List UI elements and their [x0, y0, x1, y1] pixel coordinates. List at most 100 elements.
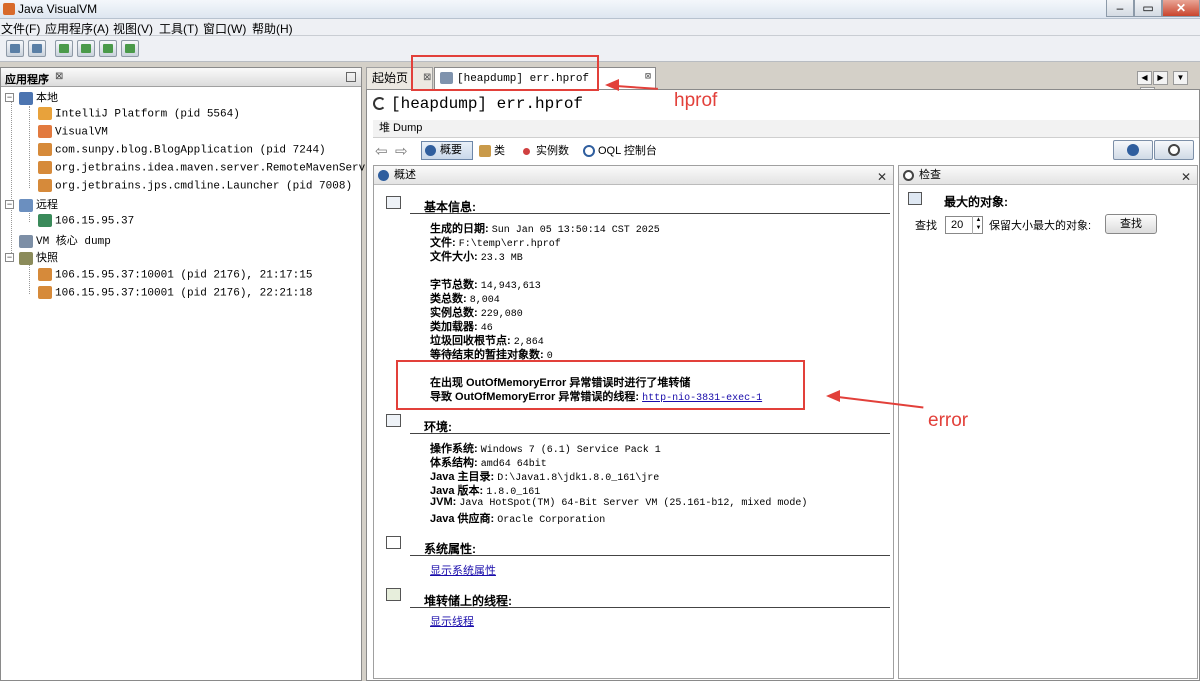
snapshot-icon: [19, 251, 33, 265]
view-label: OQL 控制台: [598, 145, 657, 157]
view-label: 实例数: [536, 145, 569, 157]
annotation-arrowhead: [605, 79, 619, 91]
tree-node-label: 远程: [36, 199, 58, 211]
profile-icon[interactable]: [99, 40, 117, 57]
menu-window[interactable]: 窗口(W): [203, 20, 246, 37]
back-arrow-icon[interactable]: ⇦: [375, 142, 388, 160]
oql-icon: [583, 145, 595, 158]
annotation-box-oom: [396, 360, 805, 410]
tree-node-jps-launcher[interactable]: org.jetbrains.jps.cmdline.Launcher (pid …: [38, 179, 352, 195]
menu-view[interactable]: 视图(V): [113, 20, 153, 37]
tree-node-label: 快照: [36, 252, 58, 264]
tree-guide: [11, 102, 12, 257]
menu-tools[interactable]: 工具(T): [159, 20, 198, 37]
heapdump-subtitle-bar: 堆 Dump: [373, 120, 1199, 138]
view-oql-button[interactable]: OQL 控制台: [583, 143, 657, 159]
tree-node-label: org.jetbrains.jps.cmdline.Launcher (pid …: [55, 180, 353, 193]
forward-arrow-icon[interactable]: ⇨: [395, 142, 408, 160]
annotation-arrowhead: [826, 390, 840, 402]
tree-node-label: org.jetbrains.idea.maven.server.RemoteMa…: [55, 162, 412, 175]
java-app-icon: [38, 268, 52, 281]
minimize-button[interactable]: –: [1106, 0, 1134, 17]
annotation-label-error: error: [928, 410, 969, 431]
panel-close-icon[interactable]: ✕: [877, 168, 887, 186]
show-system-properties-row: 显示系统属性: [430, 562, 496, 578]
panel-title: 概述: [394, 169, 416, 181]
menu-applications[interactable]: 应用程序(A): [45, 20, 109, 37]
environment-icon: [386, 414, 401, 427]
info-button[interactable]: [1113, 140, 1153, 160]
add-jmx-icon[interactable]: [6, 40, 24, 57]
show-threads-link[interactable]: 显示线程: [430, 616, 474, 628]
collapse-toggle[interactable]: −: [5, 93, 14, 102]
panel-close-icon[interactable]: ✕: [1181, 168, 1191, 186]
heapdump-icon[interactable]: [55, 40, 73, 57]
title-bar: Java VisualVM – ▭ ✕: [0, 0, 1200, 19]
tree-node-label: 106.15.95.37: [55, 215, 135, 228]
overview-panel: 概述 ✕ 基本信息: 生成的日期: Sun Jan 05 13:50:14 CS…: [373, 165, 894, 679]
spinner-arrows-icon[interactable]: ▲ ▼: [972, 216, 984, 234]
close-window-button[interactable]: ✕: [1162, 0, 1200, 17]
java-app-icon: [38, 161, 52, 174]
collapse-toggle[interactable]: −: [5, 253, 14, 262]
threaddump-icon[interactable]: [77, 40, 95, 57]
tab-label: 起始页: [372, 71, 409, 85]
tab-list-icon[interactable]: ▼: [1173, 71, 1188, 85]
tree-node-visualvm[interactable]: VisualVM: [38, 125, 108, 141]
section-divider: [410, 433, 890, 434]
tree-node-core-dump[interactable]: VM 核心 dump: [19, 232, 111, 248]
tree-node-remote-host[interactable]: 106.15.95.37: [38, 214, 134, 230]
view-classes-button[interactable]: 类: [479, 143, 505, 159]
section-divider: [410, 213, 890, 214]
env-row-jvm: JVM: Java HotSpot(TM) 64-Bit Server VM (…: [430, 496, 808, 509]
tree-node-maven-server[interactable]: org.jetbrains.idea.maven.server.RemoteMa…: [38, 161, 411, 177]
section-divider: [410, 555, 890, 556]
toolbar: [0, 36, 1200, 62]
info-row-filesize: 文件大小: 23.3 MB: [430, 251, 523, 264]
overview-panel-header: 概述 ✕: [374, 166, 893, 185]
tree-node-intellij[interactable]: IntelliJ Platform (pid 5564): [38, 107, 240, 123]
intellij-icon: [38, 107, 52, 120]
view-label: 类: [494, 145, 505, 157]
view-summary-button[interactable]: 概要: [421, 141, 473, 160]
view-toolbar: ⇦ ⇨ 概要 类 实例数 OQL 控制台: [373, 140, 1199, 162]
magnifier-icon: [1168, 144, 1180, 156]
section-divider: [410, 607, 890, 608]
tree-guide: [29, 106, 30, 188]
menu-help[interactable]: 帮助(H): [252, 20, 293, 37]
inspect-button[interactable]: [1154, 140, 1194, 160]
tree-node-label: 106.15.95.37:10001 (pid 2176), 22:21:18: [55, 287, 313, 300]
show-system-properties-link[interactable]: 显示系统属性: [430, 565, 496, 577]
tree-node-snapshot-2[interactable]: 106.15.95.37:10001 (pid 2176), 22:21:18: [38, 286, 312, 302]
largest-objects-title: 最大的对象:: [944, 195, 1008, 209]
env-row-vendor: Java 供应商: Oracle Corporation: [430, 513, 606, 526]
collapse-toggle[interactable]: −: [5, 200, 14, 209]
snapshot-icon[interactable]: [121, 40, 139, 57]
loading-spinner-icon: [373, 97, 386, 110]
menu-file[interactable]: 文件(F): [1, 20, 40, 37]
panel-title: 检查: [919, 169, 941, 181]
remove-app-icon[interactable]: [28, 40, 46, 57]
visualvm-icon: [38, 125, 52, 138]
tree-node-label: com.sunpy.blog.BlogApplication (pid 7244…: [55, 144, 326, 157]
retained-size-label: 保留大小最大的对象:: [989, 220, 1092, 232]
panel-minimize-button[interactable]: [346, 72, 356, 82]
panel-close-icon[interactable]: ⊠: [55, 71, 63, 82]
applications-panel: 应用程序 ⊠ − 本地 IntelliJ Platform (pid 5564)…: [0, 67, 411, 681]
scroll-left-icon[interactable]: ◀: [1137, 71, 1152, 85]
scroll-right-icon[interactable]: ▶: [1153, 71, 1168, 85]
find-button[interactable]: 查找: [1105, 214, 1157, 234]
instances-icon: [523, 147, 530, 155]
view-instances-button[interactable]: 实例数: [523, 143, 569, 159]
info-icon: [1127, 144, 1139, 156]
tab-close-icon[interactable]: ⊠: [645, 68, 651, 88]
tree-node-label: 106.15.95.37:10001 (pid 2176), 21:17:15: [55, 269, 313, 282]
tree-node-blog-app[interactable]: com.sunpy.blog.BlogApplication (pid 7244…: [38, 143, 326, 159]
system-properties-icon: [386, 536, 401, 549]
magnifier-icon: [903, 170, 914, 181]
tree-node-label: VisualVM: [55, 126, 108, 139]
tree-guide: [29, 264, 30, 294]
maximize-button[interactable]: ▭: [1134, 0, 1162, 17]
tree-node-snapshot-1[interactable]: 106.15.95.37:10001 (pid 2176), 21:17:15: [38, 268, 312, 284]
tree-node-label: VM 核心 dump: [36, 236, 111, 248]
